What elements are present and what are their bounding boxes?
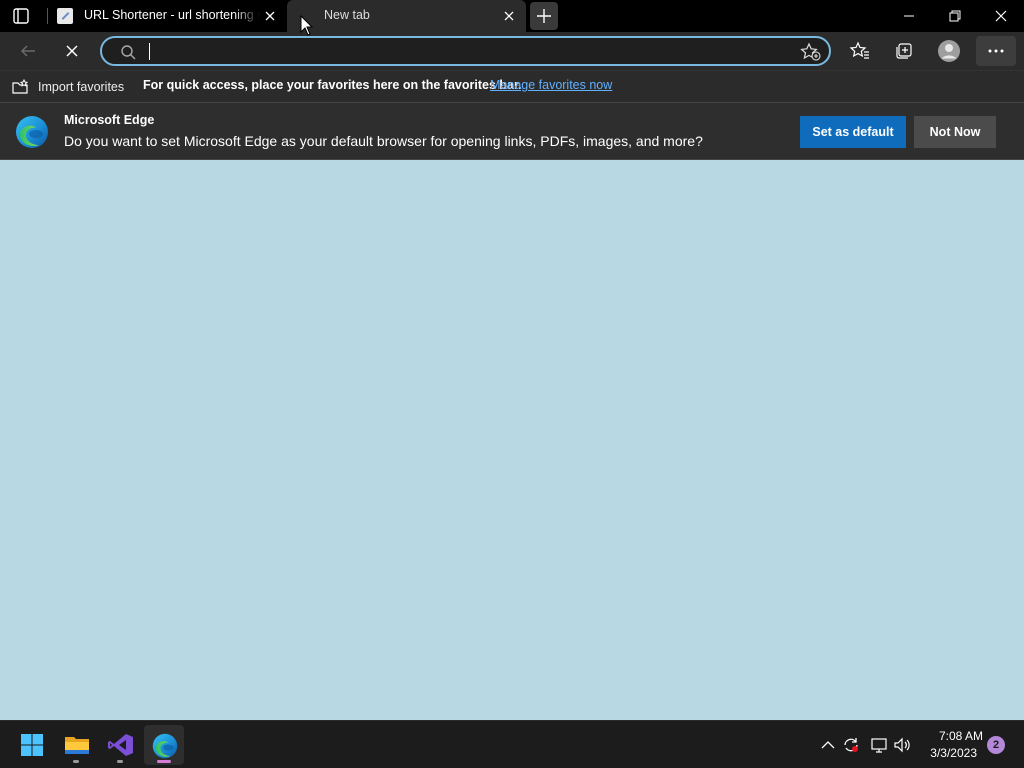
start-button[interactable] [12,725,52,765]
manage-favorites-link[interactable]: Manage favorites now [490,78,612,92]
file-explorer-button[interactable] [56,725,96,765]
set-as-default-button[interactable]: Set as default [800,116,906,148]
network-icon[interactable] [869,736,889,754]
favorites-bar: Import favorites For quick access, place… [0,70,1024,102]
page-content-area[interactable] [0,160,1024,720]
tab-url-shortener[interactable]: URL Shortener - url shortening se [47,0,287,32]
running-indicator [73,760,79,763]
new-tab-button[interactable] [530,2,558,30]
settings-more-button[interactable] [976,36,1016,66]
not-now-button[interactable]: Not Now [914,116,996,148]
stop-loading-button[interactable] [58,37,86,65]
infobar-title: Microsoft Edge [64,113,155,127]
edge-icon [152,733,178,759]
sync-icon[interactable] [841,736,861,754]
edge-taskbar-button[interactable] [144,725,184,765]
text-caret [149,43,150,60]
collections-button[interactable] [890,37,918,65]
infobar-message: Do you want to set Microsoft Edge as you… [64,133,703,149]
minimize-button[interactable] [886,0,932,32]
close-window-button[interactable] [978,0,1024,32]
volume-icon[interactable] [893,736,913,754]
address-input[interactable] [148,42,768,60]
add-favorite-icon[interactable] [800,42,822,62]
tab-title: New tab [324,8,370,22]
show-hidden-icons-chevron-icon[interactable] [818,736,838,754]
import-favorites-label: Import favorites [38,80,125,94]
windows-taskbar: 7:08 AM 3/3/2023 2 [0,720,1024,768]
favorites-bar-message: For quick access, place your favorites h… [143,78,522,92]
mouse-cursor-icon [300,14,314,37]
edge-logo-icon [15,115,49,149]
back-button[interactable] [14,37,42,65]
running-indicator [117,760,123,763]
active-indicator [157,760,171,763]
file-explorer-icon [65,737,89,754]
clock-time[interactable]: 7:08 AM [925,729,983,743]
visual-studio-icon [108,734,133,756]
tab-strip: URL Shortener - url shortening se New ta… [0,0,1024,32]
tab-new-tab[interactable]: New tab [287,0,526,32]
tab-title: URL Shortener - url shortening se [84,8,260,22]
browser-toolbar [0,32,1024,70]
import-favorites-icon [12,79,29,94]
search-icon [119,43,137,61]
tab-close-icon[interactable] [263,9,277,23]
import-favorites-button[interactable]: Import favorites [12,77,124,97]
site-favicon-icon [57,8,73,24]
notification-count-badge[interactable]: 2 [987,736,1005,754]
visual-studio-button[interactable] [100,725,140,765]
clock-date[interactable]: 3/3/2023 [925,746,977,760]
tab-actions-menu-icon[interactable] [12,7,36,25]
profile-avatar[interactable] [935,37,963,65]
windows-start-icon [21,734,43,756]
favorites-button[interactable] [846,37,874,65]
tab-close-icon[interactable] [502,9,516,23]
restore-button[interactable] [932,0,978,32]
default-browser-infobar: Microsoft Edge Do you want to set Micros… [0,102,1024,160]
address-bar[interactable] [100,36,831,66]
